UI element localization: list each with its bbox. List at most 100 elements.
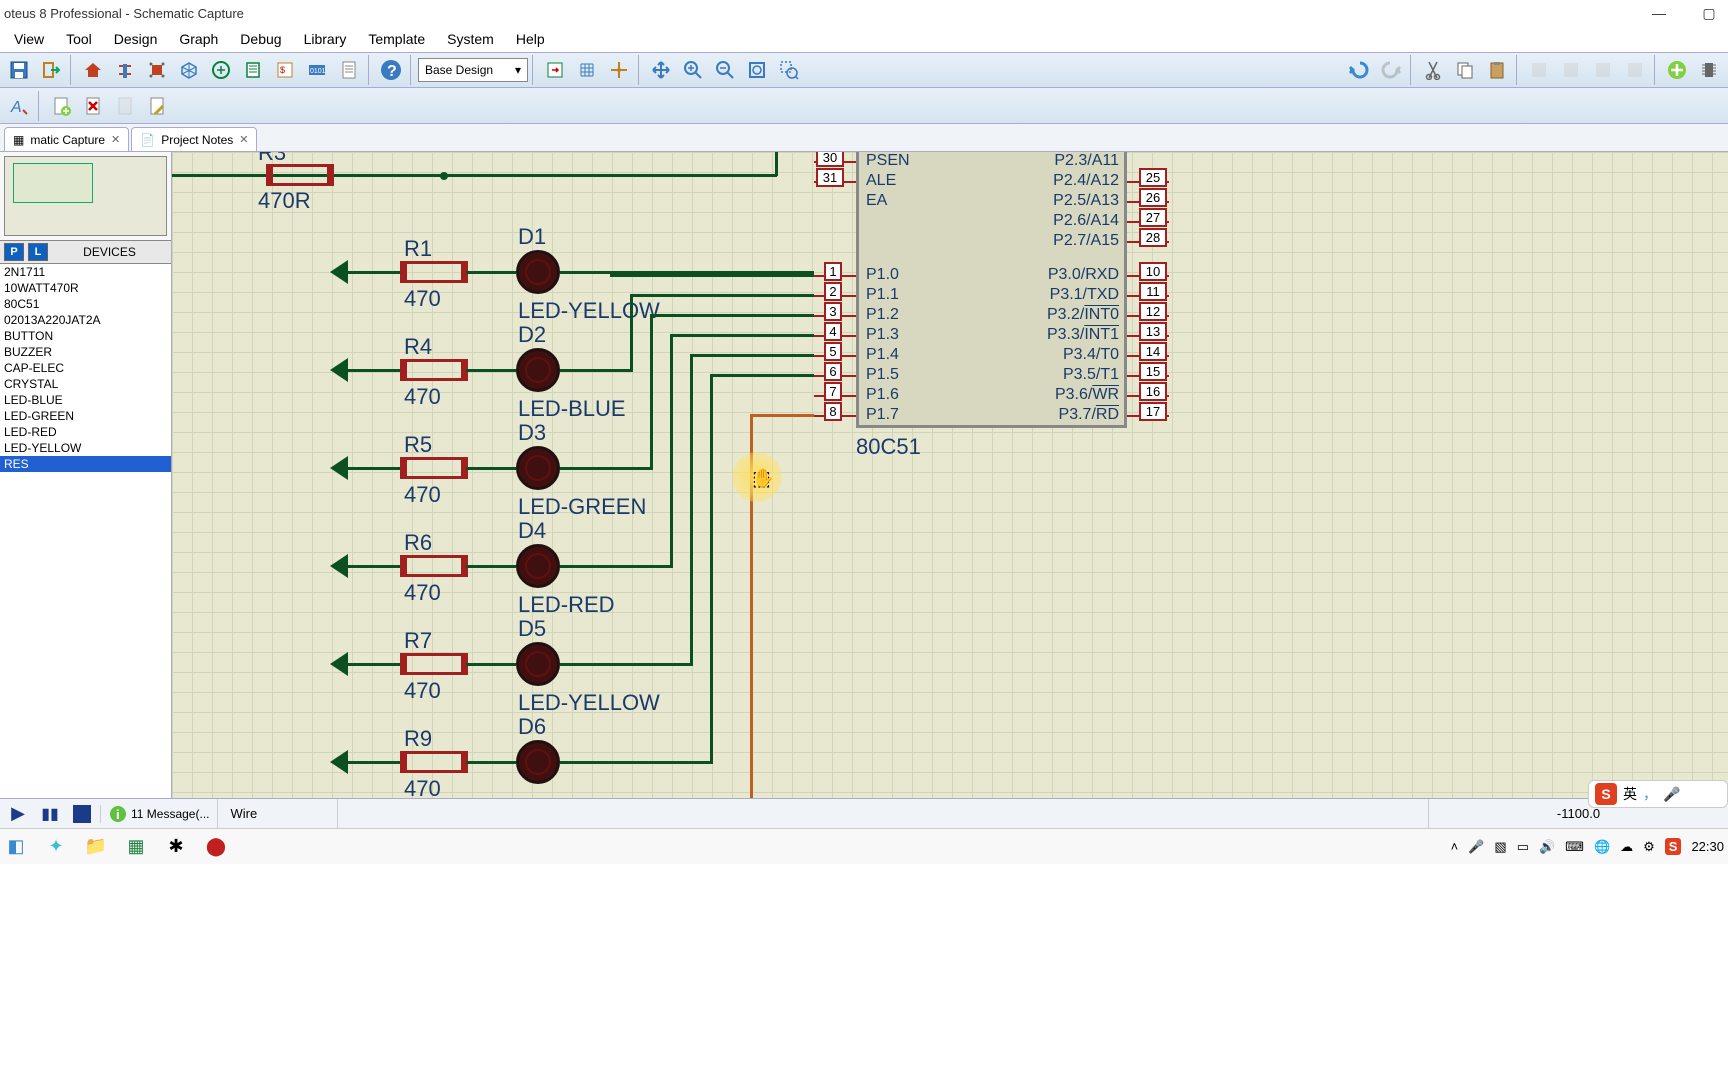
resistor-body[interactable] bbox=[404, 457, 464, 479]
home-icon[interactable] bbox=[78, 55, 108, 85]
device-item[interactable]: CRYSTAL bbox=[0, 376, 171, 392]
tray-keyboard-icon[interactable]: ⌨ bbox=[1565, 839, 1584, 855]
led-body[interactable] bbox=[516, 740, 560, 784]
schematic-canvas[interactable]: R3470R80C5130PSENP2.3/A1131ALEP2.4/A1225… bbox=[172, 152, 1728, 798]
tab-schematic[interactable]: ▦ matic Capture ✕ bbox=[4, 127, 129, 151]
pick-devices-button[interactable]: P bbox=[4, 243, 24, 261]
package-icon[interactable] bbox=[1694, 55, 1724, 85]
device-item[interactable]: 2N1711 bbox=[0, 264, 171, 280]
pause-button[interactable]: ▮▮ bbox=[36, 802, 64, 826]
maximize-button[interactable]: ▢ bbox=[1694, 5, 1724, 22]
menu-template[interactable]: Template bbox=[358, 28, 435, 50]
tray-mic-icon[interactable]: 🎤 bbox=[1468, 839, 1484, 855]
led-body[interactable] bbox=[516, 544, 560, 588]
help-icon[interactable]: ? bbox=[376, 55, 406, 85]
bom-icon[interactable] bbox=[238, 55, 268, 85]
taskbar-proteus[interactable]: ✱ bbox=[164, 835, 188, 859]
tray-item-2[interactable]: ⚙ bbox=[1643, 839, 1655, 855]
doc-icon[interactable] bbox=[334, 55, 364, 85]
device-item[interactable]: LED-YELLOW bbox=[0, 440, 171, 456]
annotate-icon[interactable] bbox=[142, 91, 172, 121]
pick-icon[interactable] bbox=[1662, 55, 1692, 85]
device-item[interactable]: LED-GREEN bbox=[0, 408, 171, 424]
resistor-body[interactable] bbox=[404, 751, 464, 773]
tray-sogou-icon[interactable]: S bbox=[1665, 838, 1682, 855]
goto-sheet-icon[interactable] bbox=[110, 91, 140, 121]
taskbar-explorer[interactable]: 📁 bbox=[84, 835, 108, 859]
resistor-body[interactable] bbox=[404, 555, 464, 577]
menu-design[interactable]: Design bbox=[104, 28, 168, 50]
block-rotate-icon[interactable] bbox=[1588, 55, 1618, 85]
resistor-body[interactable] bbox=[404, 359, 464, 381]
tab-notes[interactable]: 📄 Project Notes ✕ bbox=[131, 127, 257, 151]
device-list[interactable]: 2N171110WATT470R80C5102013A220JAT2ABUTTO… bbox=[0, 264, 171, 798]
cut-icon[interactable] bbox=[1418, 55, 1448, 85]
resistor-body[interactable] bbox=[404, 653, 464, 675]
3d-icon[interactable] bbox=[174, 55, 204, 85]
tray-nvidia-icon[interactable]: ▧ bbox=[1494, 839, 1506, 855]
zoom-out-icon[interactable] bbox=[710, 55, 740, 85]
minimize-button[interactable]: — bbox=[1644, 5, 1674, 22]
save-icon[interactable] bbox=[4, 55, 34, 85]
new-sheet-icon[interactable] bbox=[46, 91, 76, 121]
close-icon[interactable]: ✕ bbox=[239, 133, 248, 146]
library-button[interactable]: L bbox=[28, 243, 48, 261]
tray-network-icon[interactable]: 🌐 bbox=[1594, 839, 1610, 855]
tray-battery-icon[interactable]: ▭ bbox=[1517, 839, 1529, 855]
device-item[interactable]: CAP-ELEC bbox=[0, 360, 171, 376]
device-item[interactable]: LED-BLUE bbox=[0, 392, 171, 408]
copy-icon[interactable] bbox=[1450, 55, 1480, 85]
device-item[interactable]: LED-RED bbox=[0, 424, 171, 440]
taskbar-app-1[interactable]: ◧ bbox=[4, 835, 28, 859]
block-move-icon[interactable] bbox=[1556, 55, 1586, 85]
menu-tool[interactable]: Tool bbox=[56, 28, 102, 50]
redo-icon[interactable] bbox=[1376, 55, 1406, 85]
transfer-icon[interactable] bbox=[540, 55, 570, 85]
text-tool-icon[interactable]: A bbox=[4, 91, 34, 121]
device-item[interactable]: BUZZER bbox=[0, 344, 171, 360]
menu-help[interactable]: Help bbox=[506, 28, 555, 50]
resistor-body[interactable] bbox=[404, 261, 464, 283]
delete-sheet-icon[interactable] bbox=[78, 91, 108, 121]
device-item[interactable]: 80C51 bbox=[0, 296, 171, 312]
schematic-icon[interactable] bbox=[110, 55, 140, 85]
led-body[interactable] bbox=[516, 642, 560, 686]
paste-icon[interactable] bbox=[1482, 55, 1512, 85]
grid-icon[interactable] bbox=[572, 55, 602, 85]
tray-volume-icon[interactable]: 🔊 bbox=[1539, 839, 1555, 855]
taskbar-record[interactable]: ⬤ bbox=[204, 835, 228, 859]
messages-indicator[interactable]: i 11 Message(... bbox=[100, 805, 217, 823]
tray-item-1[interactable]: ☁ bbox=[1620, 839, 1633, 855]
menu-system[interactable]: System bbox=[437, 28, 504, 50]
ime-toolbar[interactable]: S 英 ， 🎤 bbox=[1588, 780, 1728, 808]
tray-chevron-icon[interactable]: ˄ bbox=[1451, 839, 1459, 854]
pcb-icon[interactable] bbox=[142, 55, 172, 85]
gerber-icon[interactable] bbox=[206, 55, 236, 85]
design-variant-dropdown[interactable]: Base Design ▾ bbox=[418, 58, 528, 82]
taskbar-excel[interactable]: ▦ bbox=[124, 835, 148, 859]
led-body[interactable] bbox=[516, 446, 560, 490]
menu-library[interactable]: Library bbox=[294, 28, 357, 50]
menu-debug[interactable]: Debug bbox=[230, 28, 291, 50]
device-item[interactable]: BUTTON bbox=[0, 328, 171, 344]
block-delete-icon[interactable] bbox=[1620, 55, 1650, 85]
device-item[interactable]: RES bbox=[0, 456, 171, 472]
undo-icon[interactable] bbox=[1344, 55, 1374, 85]
binary-icon[interactable]: 0101 bbox=[302, 55, 332, 85]
menu-graph[interactable]: Graph bbox=[169, 28, 228, 50]
device-item[interactable]: 02013A220JAT2A bbox=[0, 312, 171, 328]
stop-button[interactable] bbox=[68, 802, 96, 826]
play-button[interactable]: ▶ bbox=[4, 802, 32, 826]
origin-icon[interactable] bbox=[604, 55, 634, 85]
zoom-area-icon[interactable] bbox=[774, 55, 804, 85]
zoom-in-icon[interactable] bbox=[678, 55, 708, 85]
zoom-fit-icon[interactable] bbox=[742, 55, 772, 85]
close-project-icon[interactable] bbox=[36, 55, 66, 85]
taskbar-app-2[interactable]: ✦ bbox=[44, 835, 68, 859]
tray-time[interactable]: 22:30 bbox=[1691, 839, 1724, 854]
led-body[interactable] bbox=[516, 250, 560, 294]
menu-view[interactable]: View bbox=[4, 28, 54, 50]
pan-icon[interactable] bbox=[646, 55, 676, 85]
code-icon[interactable]: $ bbox=[270, 55, 300, 85]
block-copy-icon[interactable] bbox=[1524, 55, 1554, 85]
